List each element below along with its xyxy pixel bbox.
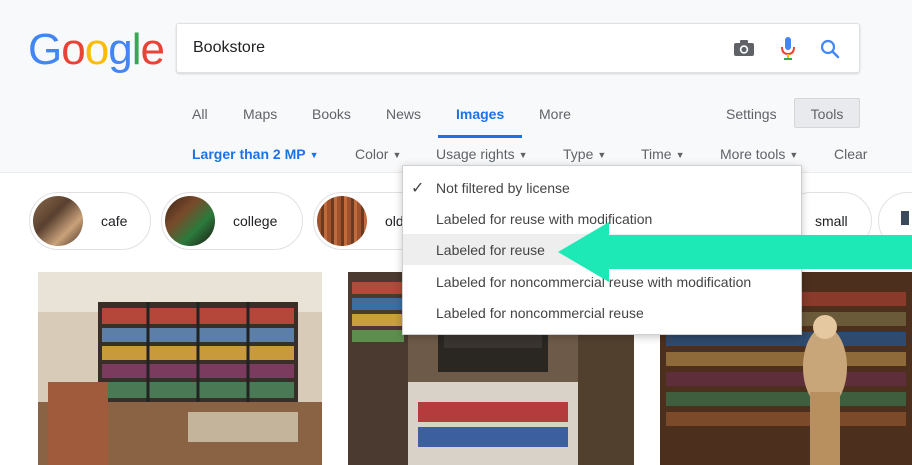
filter-size[interactable]: Larger than 2 MP ▼ — [192, 146, 319, 162]
tab-images[interactable]: Images — [456, 106, 504, 122]
menu-item-not-filtered[interactable]: ✓ Not filtered by license — [403, 172, 801, 203]
filter-type[interactable]: Type ▼ — [563, 146, 606, 162]
logo-letter: o — [84, 25, 110, 74]
menu-item-noncommercial[interactable]: Labeled for noncommercial reuse — [403, 297, 801, 328]
logo-letter: e — [140, 25, 165, 74]
filter-time[interactable]: Time ▼ — [641, 146, 685, 162]
search-input[interactable] — [193, 36, 713, 60]
menu-item-noncommercial-with-modification[interactable]: Labeled for noncommercial reuse with mod… — [403, 266, 801, 297]
chip-label: small — [815, 213, 848, 229]
chevron-down-icon: ▼ — [392, 150, 402, 160]
checkmark-icon: ✓ — [411, 180, 425, 197]
menu-item-label: Not filtered by license — [436, 180, 570, 196]
camera-icon[interactable] — [733, 39, 755, 57]
chip-college[interactable]: college — [161, 192, 303, 250]
usage-rights-menu: ✓ Not filtered by license Labeled for re… — [402, 165, 802, 335]
logo-letter: G — [28, 25, 62, 74]
menu-item-label: Labeled for reuse with modification — [436, 211, 653, 227]
logo-letter: g — [108, 25, 133, 74]
tab-maps[interactable]: Maps — [243, 106, 277, 122]
chip-label: old — [385, 213, 404, 229]
chip-more[interactable] — [878, 192, 912, 250]
chip-label: cafe — [101, 213, 128, 229]
active-tab-indicator — [438, 135, 522, 138]
chevron-down-icon: ▼ — [518, 150, 528, 160]
chip-thumbnail — [165, 196, 215, 246]
search-box — [176, 23, 860, 73]
filter-color[interactable]: Color ▼ — [355, 146, 401, 162]
book-icon — [901, 211, 909, 225]
chevron-down-icon: ▼ — [309, 150, 319, 160]
chip-thumbnail — [33, 196, 83, 246]
microphone-icon[interactable] — [780, 36, 796, 62]
chip-thumbnail — [317, 196, 367, 246]
menu-item-label: Labeled for reuse — [436, 242, 545, 258]
logo-letter: o — [61, 25, 86, 74]
image-result[interactable] — [38, 272, 322, 465]
filter-more-tools[interactable]: More tools ▼ — [720, 146, 798, 162]
filter-type-label: Type — [563, 146, 594, 162]
menu-item-reuse-with-modification[interactable]: Labeled for reuse with modification — [403, 203, 801, 234]
tab-books[interactable]: Books — [312, 106, 351, 122]
menu-item-label: Labeled for noncommercial reuse — [436, 305, 644, 321]
filter-more-tools-label: More tools — [720, 146, 786, 162]
filter-usage-rights-label: Usage rights — [436, 146, 515, 162]
chip-label: college — [233, 213, 278, 229]
tab-news[interactable]: News — [386, 106, 421, 122]
chevron-down-icon: ▼ — [597, 150, 607, 160]
search-icon[interactable] — [820, 39, 840, 59]
settings-link[interactable]: Settings — [726, 106, 777, 122]
filter-clear[interactable]: Clear — [834, 146, 867, 162]
filter-time-label: Time — [641, 146, 672, 162]
chip-cafe[interactable]: cafe — [29, 192, 151, 250]
tab-all[interactable]: All — [192, 106, 208, 122]
filter-color-label: Color — [355, 146, 389, 162]
menu-item-label: Labeled for noncommercial reuse with mod… — [436, 274, 752, 290]
menu-item-labeled-for-reuse[interactable]: Labeled for reuse — [403, 234, 801, 265]
chevron-down-icon: ▼ — [675, 150, 685, 160]
chevron-down-icon: ▼ — [789, 150, 799, 160]
filter-size-label: Larger than 2 MP — [192, 146, 306, 162]
google-logo[interactable]: Google — [28, 25, 165, 74]
tools-button[interactable]: Tools — [794, 98, 860, 128]
filter-usage-rights[interactable]: Usage rights ▼ — [436, 146, 528, 162]
tab-more[interactable]: More — [539, 106, 571, 122]
tools-button-label: Tools — [810, 106, 844, 122]
bookstore-photo — [38, 272, 322, 465]
